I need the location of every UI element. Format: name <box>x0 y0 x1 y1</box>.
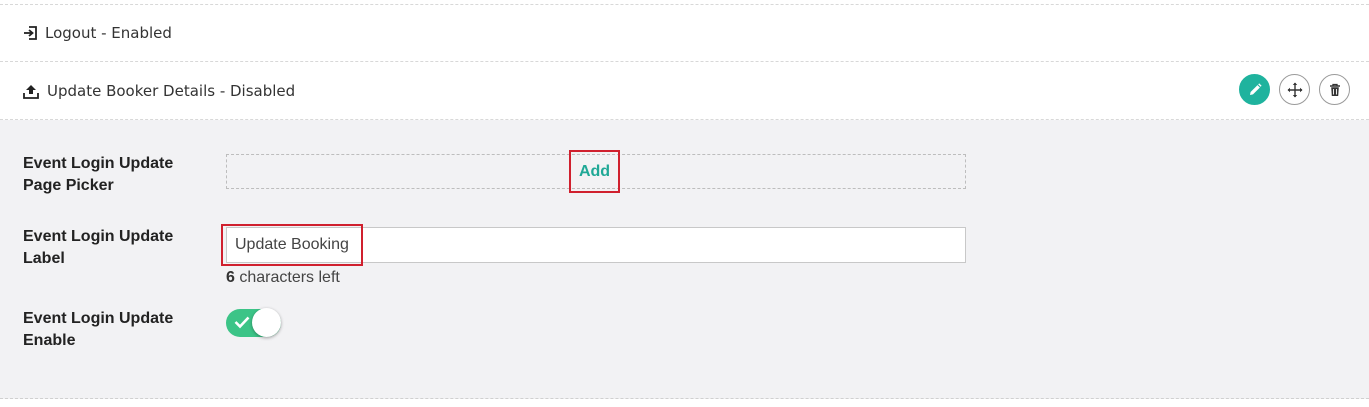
logout-title: Logout - Enabled <box>23 5 172 61</box>
edit-button[interactable] <box>1239 74 1270 105</box>
pencil-icon <box>1249 82 1262 95</box>
logout-row[interactable]: Logout - Enabled <box>0 4 1369 62</box>
check-icon <box>234 316 250 329</box>
characters-left-text: characters left <box>234 269 340 286</box>
enable-toggle[interactable] <box>226 308 281 337</box>
add-page-button[interactable]: Add <box>569 150 620 193</box>
trash-icon <box>1329 83 1340 96</box>
row-actions <box>1239 74 1350 105</box>
upload-icon <box>23 84 39 99</box>
move-button[interactable] <box>1279 74 1310 105</box>
enable-label: Event Login Update Enable <box>23 310 174 349</box>
update-label-label: Event Login Update Label <box>23 228 174 267</box>
update-label-input[interactable] <box>226 227 966 263</box>
settings-panel: Event Login Update Page Picker Add Event… <box>0 120 1369 399</box>
page-picker-label: Event Login Update Page Picker <box>23 155 174 194</box>
delete-button[interactable] <box>1319 74 1350 105</box>
update-booker-row[interactable]: Update Booker Details - Disabled <box>0 62 1369 120</box>
characters-left-counter: 6 characters left <box>226 269 340 287</box>
update-booker-title-text: Update Booker Details - Disabled <box>47 81 296 100</box>
toggle-knob <box>252 308 281 337</box>
logout-title-text: Logout - Enabled <box>45 24 172 42</box>
login-arrow-icon <box>24 26 37 40</box>
update-booker-title: Update Booker Details - Disabled <box>23 62 295 119</box>
move-icon <box>1287 82 1302 97</box>
characters-left-count: 6 <box>226 269 235 286</box>
